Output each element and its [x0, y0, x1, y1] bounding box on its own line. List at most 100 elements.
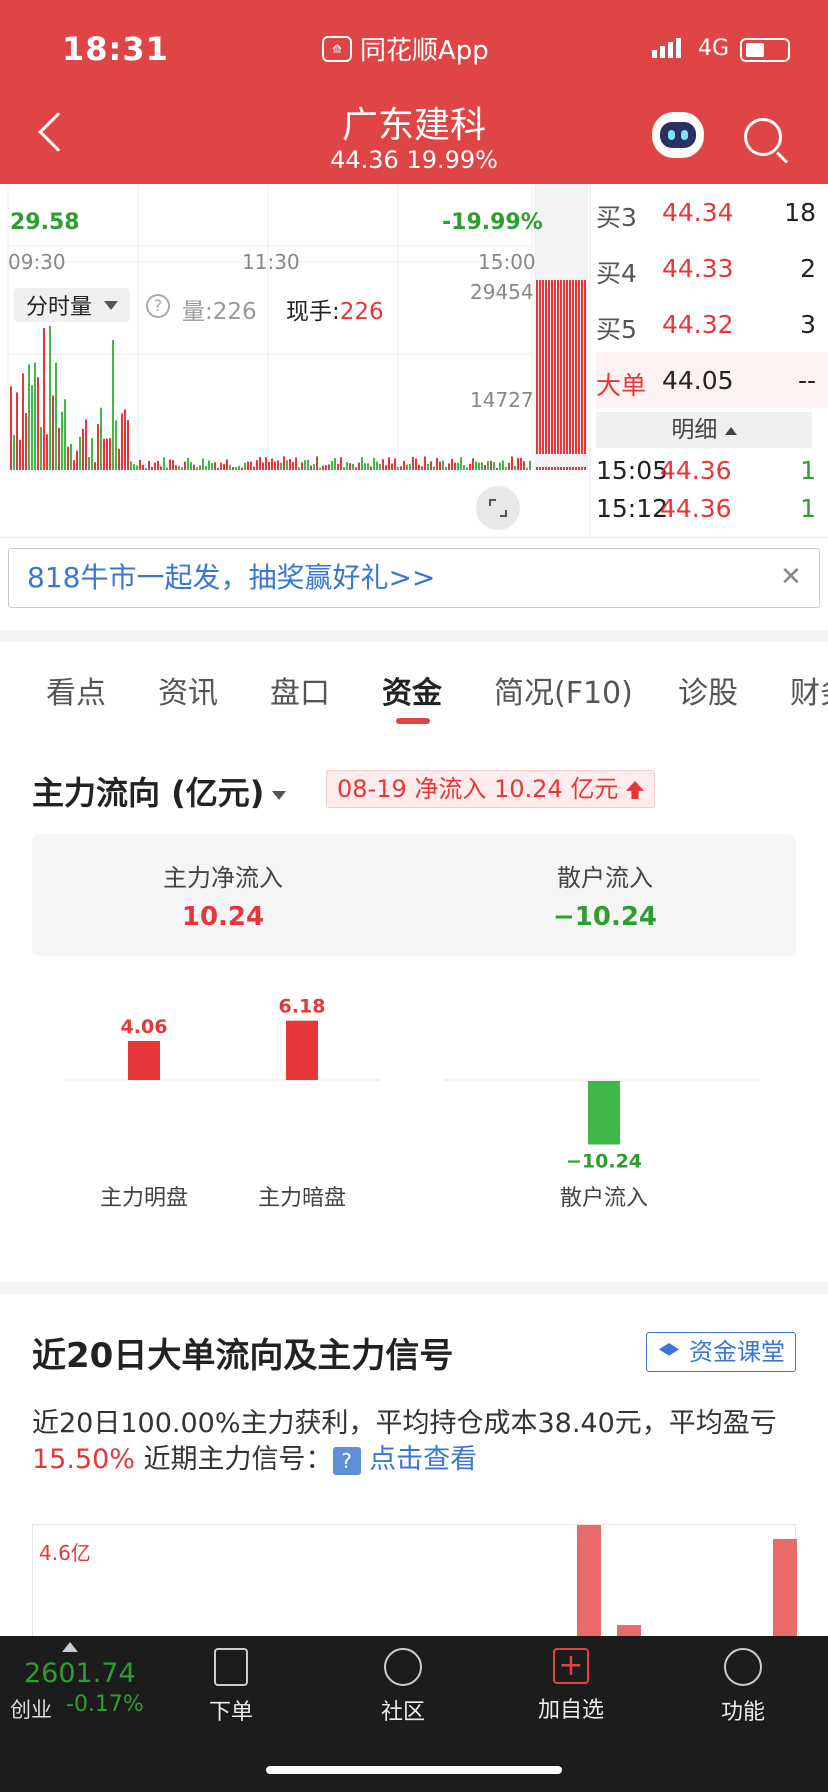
tab-news[interactable]: 资讯: [158, 650, 218, 712]
indicator-selector[interactable]: 分时量: [14, 288, 130, 322]
add-watchlist-button[interactable]: + 加自选: [516, 1648, 626, 1724]
volume-bar: [316, 456, 318, 470]
volume-bar: [25, 413, 27, 470]
volume-bar: [361, 457, 363, 470]
help-icon[interactable]: ?: [146, 294, 170, 318]
volume-bar: [436, 458, 438, 470]
volume-bar: [202, 458, 204, 470]
volume-bar: [445, 466, 447, 470]
volume-bar: [343, 466, 345, 470]
battery-icon: [740, 38, 790, 62]
order-price: 44.34: [662, 198, 734, 227]
volume-bar: [557, 467, 559, 470]
tab-diagnosis[interactable]: 诊股: [678, 650, 738, 712]
volume-bar: [232, 467, 234, 470]
volume-bar: [67, 446, 69, 470]
functions-button[interactable]: 功能: [688, 1648, 798, 1726]
volume-bar: [578, 467, 580, 470]
volume-bar: [43, 327, 45, 470]
detail-toggle[interactable]: 明细: [596, 412, 812, 448]
index-name: 创业: [10, 1698, 52, 1722]
volume-bar: [49, 325, 51, 470]
volume-bar: [136, 465, 138, 470]
volume-bar: [523, 461, 525, 470]
tab-capital[interactable]: 资金: [382, 650, 442, 712]
volume-bar: [584, 467, 586, 470]
capital-course-button[interactable]: 资金课堂: [646, 1332, 796, 1372]
search-icon[interactable]: [744, 118, 782, 156]
plus-icon: +: [553, 1648, 589, 1684]
volume-bar: [520, 457, 522, 470]
volume-bar: [385, 465, 387, 470]
close-icon[interactable]: ✕: [780, 562, 802, 592]
flow-category-label: 主力明盘: [99, 1186, 188, 1211]
detail-time: 15:12: [596, 494, 669, 523]
tab-quote[interactable]: 盘口: [270, 650, 330, 712]
header: 18:31 ⟰ 同花顺App 4G 广东建科 44.36 19.99%: [0, 0, 828, 184]
volume-bar: [310, 465, 312, 470]
question-icon: ?: [332, 1446, 361, 1475]
volume-bar: [289, 458, 291, 470]
volume-bar: [127, 420, 129, 470]
volume-bar: [382, 459, 384, 470]
summary-paragraph: 近20日100.00%主力获利，平均持仓成本38.40元，平均盈亏15.50% …: [32, 1406, 802, 1478]
low-pct: -19.99%: [442, 210, 543, 235]
volume-bar: [313, 464, 315, 470]
volume-value: 226: [212, 299, 257, 325]
intraday-chart[interactable]: 29.58 -19.99% 09:30 11:30 15:00 29454 14…: [0, 184, 828, 538]
main-net-label: 主力净流入: [163, 864, 283, 892]
tab-highlights[interactable]: 看点: [46, 650, 106, 712]
volume-bar: [334, 458, 336, 470]
volume-bar: [301, 462, 303, 470]
expand-icon[interactable]: [476, 486, 520, 530]
volume-bar: [575, 467, 577, 470]
network-type: 4G: [698, 36, 730, 61]
menu-icon: [724, 1648, 762, 1686]
volume-label: 量:: [182, 299, 213, 325]
volume-bar: [569, 280, 571, 454]
volume-bar: [539, 467, 541, 470]
section-title: 近20日大单流向及主力信号: [32, 1336, 454, 1376]
detail-qty: 1: [800, 456, 816, 485]
volume-bar: [199, 465, 201, 470]
volume-bar: [511, 456, 513, 470]
flow-bar: [128, 1041, 160, 1080]
volume-bar: [307, 459, 309, 470]
promo-banner[interactable]: 818牛市一起发，抽奖赢好礼>>: [8, 548, 820, 608]
volume-bar: [103, 438, 105, 470]
order-button[interactable]: 下单: [176, 1648, 286, 1726]
badge-text: 08-19 净流入 10.24 亿元: [337, 775, 619, 803]
volume-readout: 量:226: [182, 292, 257, 326]
volume-bar: [566, 467, 568, 470]
volume-bar: [448, 463, 450, 470]
big-order-row[interactable]: 大单 44.05 --: [596, 352, 828, 408]
volume-bar: [542, 280, 544, 454]
flow-bar: [286, 1020, 318, 1080]
summary-pct: 15.50%: [32, 1444, 135, 1475]
volume-bar: [226, 459, 228, 470]
view-link[interactable]: 点击查看: [369, 1444, 477, 1475]
vol-max-label: 29454: [470, 280, 534, 304]
volume-bar: [400, 466, 402, 470]
volume-bar: [142, 464, 144, 470]
volume-bar: [34, 362, 36, 470]
community-button[interactable]: 社区: [348, 1648, 458, 1726]
main-flow-title[interactable]: 主力流向 (亿元): [32, 768, 287, 814]
volume-bar: [373, 457, 375, 470]
stock-price: 44.36: [330, 146, 399, 174]
volume-bar: [397, 466, 399, 470]
index-value[interactable]: 2601.74: [24, 1658, 136, 1689]
volume-bar: [211, 463, 213, 470]
retail-label: 散户流入: [557, 864, 653, 892]
tab-profile[interactable]: 简况(F10): [494, 650, 633, 712]
tab-finance[interactable]: 财务: [790, 650, 828, 712]
chevron-down-icon: [104, 300, 118, 310]
volume-bar: [379, 463, 381, 470]
volume-bar: [97, 424, 99, 470]
volume-bar: [184, 461, 186, 470]
tab-underline: [396, 718, 430, 724]
volume-bar: [517, 457, 519, 470]
robot-assistant-icon[interactable]: [652, 112, 704, 158]
volume-bar: [37, 377, 39, 470]
volume-bar: [229, 464, 231, 470]
